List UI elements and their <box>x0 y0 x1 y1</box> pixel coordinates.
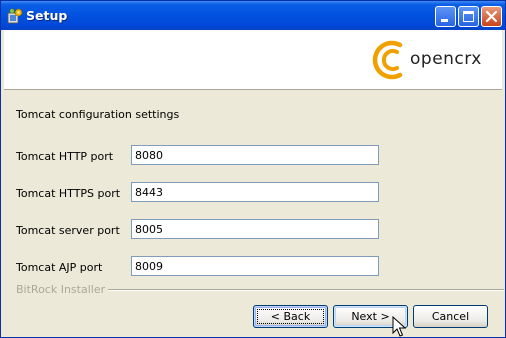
header-banner: opencrx <box>4 30 502 90</box>
setup-window: Setup opencrx Tomcat configuration setti… <box>0 0 506 338</box>
ajp-port-label: Tomcat AJP port <box>16 261 103 274</box>
http-port-input[interactable] <box>131 145 379 165</box>
server-port-label: Tomcat server port <box>16 224 120 237</box>
logo-wordmark: opencrx <box>410 49 482 69</box>
next-button-label: Next > <box>351 310 390 323</box>
mouse-pointer-icon <box>392 316 406 337</box>
server-port-input[interactable] <box>131 219 379 239</box>
window-title: Setup <box>26 8 68 23</box>
title-bar[interactable]: Setup <box>1 1 505 30</box>
installer-brand-label: BitRock Installer <box>16 283 106 296</box>
close-icon <box>485 10 498 23</box>
ajp-port-input[interactable] <box>131 256 379 276</box>
opencrx-logo-mark-icon <box>372 40 403 80</box>
cancel-button-label: Cancel <box>431 310 470 323</box>
minimize-icon <box>441 19 448 22</box>
opencrx-logo: opencrx <box>370 35 490 85</box>
cancel-button[interactable]: Cancel <box>413 305 488 328</box>
https-port-input[interactable] <box>131 182 379 202</box>
setup-app-icon <box>7 8 23 24</box>
http-port-label: Tomcat HTTP port <box>16 150 114 163</box>
back-button[interactable]: < Back <box>253 305 328 328</box>
footer-divider <box>108 289 504 291</box>
close-button[interactable] <box>481 6 502 27</box>
section-title: Tomcat configuration settings <box>16 108 180 121</box>
minimize-button[interactable] <box>435 6 456 27</box>
https-port-label: Tomcat HTTPS port <box>16 187 121 200</box>
maximize-button[interactable] <box>458 6 479 27</box>
maximize-icon <box>463 11 474 22</box>
back-button-label: < Back <box>270 310 311 323</box>
